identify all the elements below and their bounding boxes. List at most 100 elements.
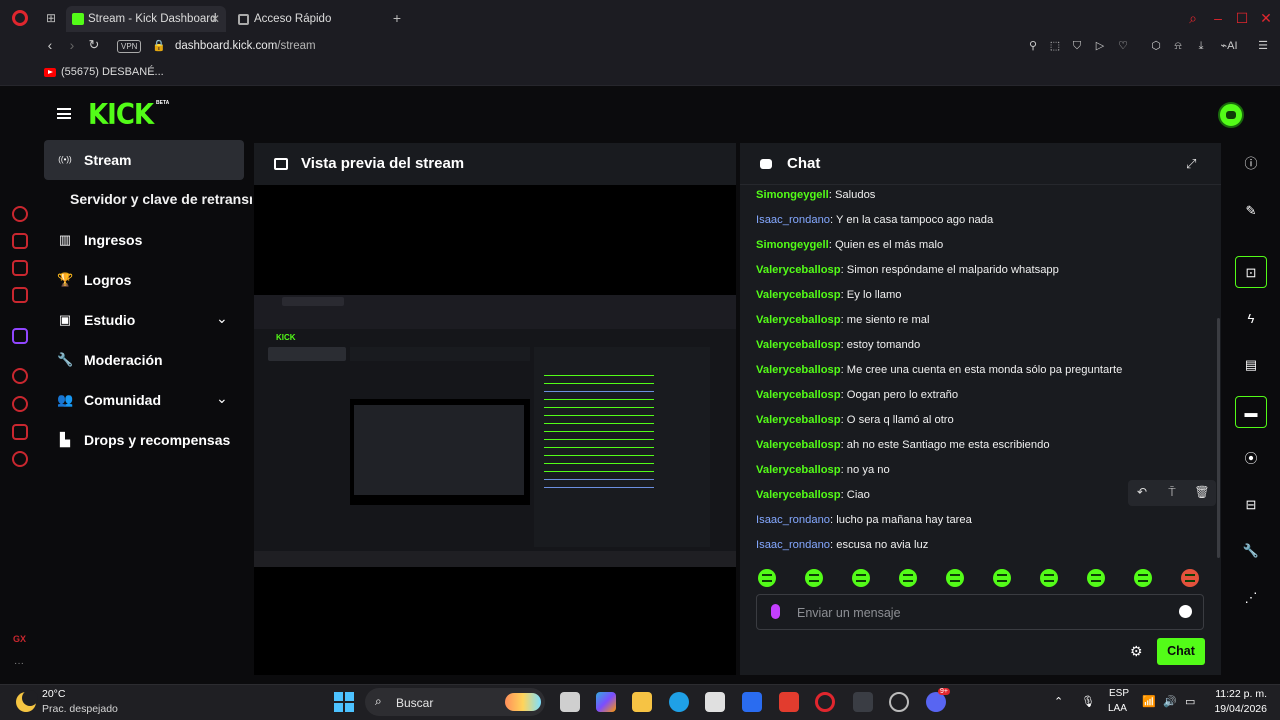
history-icon[interactable] [12, 396, 28, 412]
wifi-icon[interactable]: 📶 [1142, 695, 1156, 708]
extensions-icon[interactable]: ⬡ [1149, 39, 1163, 53]
edge-icon[interactable] [669, 692, 689, 712]
capture-icon[interactable]: ⊡ [1235, 256, 1267, 288]
forward-icon[interactable]: › [63, 37, 81, 53]
input-layout[interactable]: LAA [1108, 703, 1127, 714]
settings-icon[interactable] [12, 451, 28, 467]
file-explorer-icon[interactable] [632, 692, 652, 712]
volume-icon[interactable]: 🔊 [1163, 695, 1177, 708]
send-chat-button[interactable]: Chat [1157, 638, 1205, 665]
chat-username[interactable]: Valeryceballosp [756, 464, 841, 476]
weather-description[interactable]: Prac. despejado [42, 703, 118, 715]
broadcast-status-icon[interactable]: ⦿ [1235, 443, 1267, 475]
chat-username[interactable]: Isaac_rondano [756, 514, 830, 526]
sidebar-item-moderacion[interactable]: 🔧 Moderación [44, 340, 244, 380]
minimize-icon[interactable]: – [1210, 10, 1226, 26]
sidebar-item-comunidad[interactable]: 👥 Comunidad ⌄ [44, 380, 244, 420]
chat-username[interactable]: Valeryceballosp [756, 489, 841, 501]
emote-icon[interactable] [1181, 569, 1199, 587]
battery-icon[interactable]: ▭ [1185, 695, 1195, 708]
chat-scrollbar[interactable] [1217, 318, 1220, 558]
sidebar-item-logros[interactable]: 🏆 Logros [44, 260, 244, 300]
chat-username[interactable]: Valeryceballosp [756, 439, 841, 451]
task-view-icon[interactable] [560, 692, 580, 712]
emote-icon[interactable] [1087, 569, 1105, 587]
share-icon[interactable]: ⋰ [1235, 582, 1267, 614]
mic-tray-icon[interactable]: 🎙 [1081, 695, 1095, 708]
chat-username[interactable]: Simongeygell [756, 239, 829, 251]
delete-icon[interactable]: 🗑 [1194, 485, 1210, 499]
clock-date[interactable]: 19/04/2026 [1213, 703, 1267, 715]
tools-icon[interactable]: 🔧 [1235, 535, 1267, 567]
emote-icon[interactable] [899, 569, 917, 587]
chat-message[interactable]: Isaac_rondano: escusa no avia luz [756, 539, 928, 551]
chat-username[interactable]: Valeryceballosp [756, 264, 841, 276]
lightning-icon[interactable]: ϟ [1235, 303, 1267, 335]
reply-icon[interactable]: ↶ [1134, 485, 1150, 499]
gx-icon[interactable]: GX [13, 634, 26, 644]
download-icon[interactable]: ⤓ [1194, 39, 1208, 53]
copilot-icon[interactable] [596, 692, 616, 712]
emote-icon[interactable] [993, 569, 1011, 587]
snapshot-icon[interactable]: ⬚ [1048, 39, 1062, 53]
chat-message[interactable]: Valeryceballosp: Ey lo llamo [756, 289, 902, 301]
chat-username[interactable]: Valeryceballosp [756, 414, 841, 426]
clock-app-icon[interactable] [889, 692, 909, 712]
chat-message[interactable]: Valeryceballosp: Simon respóndame el mal… [756, 264, 1059, 276]
sidebar-item-stream[interactable]: ((•)) Stream [44, 140, 244, 180]
sidebar-subitem-servidor[interactable]: Servidor y clave de retransmisión [70, 191, 252, 207]
menu-icon[interactable]: ☰ [1256, 39, 1270, 53]
emote-icon[interactable] [805, 569, 823, 587]
maximize-icon[interactable]: ☐ [1234, 10, 1250, 26]
tray-chevron-icon[interactable]: ⌃ [1054, 695, 1063, 708]
extensions-sidebar-icon[interactable] [12, 424, 28, 440]
tab-kick-dashboard[interactable]: Stream - Kick Dashboard ✕ [66, 6, 226, 32]
windows-start-icon[interactable] [334, 692, 354, 712]
chat-message[interactable]: Simongeygell: Saludos [756, 189, 875, 201]
pin-icon[interactable]: ⚲ [1026, 39, 1040, 53]
url-field[interactable]: dashboard.kick.com/stream [175, 40, 316, 52]
lock-icon[interactable]: 🔒 [152, 39, 166, 52]
chat-toggle-icon[interactable]: ▬ [1235, 396, 1267, 428]
popout-icon[interactable]: ⤢ [1186, 156, 1196, 172]
chat-message[interactable]: Valeryceballosp: Me cree una cuenta en e… [756, 364, 1122, 376]
emote-icon[interactable] [758, 569, 776, 587]
chat-message[interactable]: Valeryceballosp: ah no este Santiago me … [756, 439, 1050, 451]
play-icon[interactable]: ▷ [1093, 39, 1107, 53]
wallet-icon[interactable]: ⍾ [1171, 39, 1185, 53]
chevron-down-icon[interactable]: ⌄ [216, 390, 228, 407]
chat-username[interactable]: Isaac_rondano [756, 539, 830, 551]
chat-message[interactable]: Valeryceballosp: O sera q llamó al otro [756, 414, 954, 426]
close-window-icon[interactable]: ✕ [1258, 10, 1274, 26]
chat-username[interactable]: Valeryceballosp [756, 289, 841, 301]
emoji-icon[interactable] [1179, 605, 1192, 618]
player-icon[interactable] [12, 368, 28, 384]
more-icon[interactable]: ··· [14, 658, 24, 669]
twitch-icon[interactable] [12, 328, 28, 344]
chat-username[interactable]: Valeryceballosp [756, 314, 841, 326]
chat-message[interactable]: Valeryceballosp: Oogan pero lo extraño [756, 389, 958, 401]
close-tab-icon[interactable]: ✕ [210, 6, 220, 32]
reload-icon[interactable]: ↻ [85, 37, 103, 53]
aria-ai-icon[interactable]: ⌁AI [1216, 39, 1242, 53]
chat-message[interactable]: Isaac_rondano: lucho pa mañana hay tarea [756, 514, 972, 526]
chat-username[interactable]: Isaac_rondano [756, 214, 830, 226]
taskbar-search[interactable]: ⌕ Buscar [365, 688, 545, 716]
clock-time[interactable]: 11:22 p. m. [1213, 688, 1267, 700]
chat-input[interactable]: Enviar un mensaje [756, 594, 1204, 630]
opera-taskbar-icon[interactable] [815, 692, 835, 712]
chevron-down-icon[interactable]: ⌄ [216, 310, 228, 327]
no-icon[interactable] [12, 260, 28, 276]
new-tab-icon[interactable]: + [390, 11, 404, 25]
chat-message[interactable]: Simongeygell: Quien es el más malo [756, 239, 943, 251]
chat-username[interactable]: Valeryceballosp [756, 389, 841, 401]
emote-icon[interactable] [946, 569, 964, 587]
chat-username[interactable]: Valeryceballosp [756, 364, 841, 376]
weather-moon-icon[interactable] [16, 690, 38, 712]
bookmark-youtube[interactable]: (55675) DESBANÉ... [61, 66, 164, 78]
pin-message-icon[interactable]: ⍑ [1164, 485, 1180, 500]
heart-icon[interactable]: ♡ [1116, 39, 1130, 53]
bag-icon[interactable] [12, 233, 28, 249]
chat-message[interactable]: Valeryceballosp: estoy tomando [756, 339, 920, 351]
hamburger-menu-icon[interactable] [57, 108, 71, 119]
